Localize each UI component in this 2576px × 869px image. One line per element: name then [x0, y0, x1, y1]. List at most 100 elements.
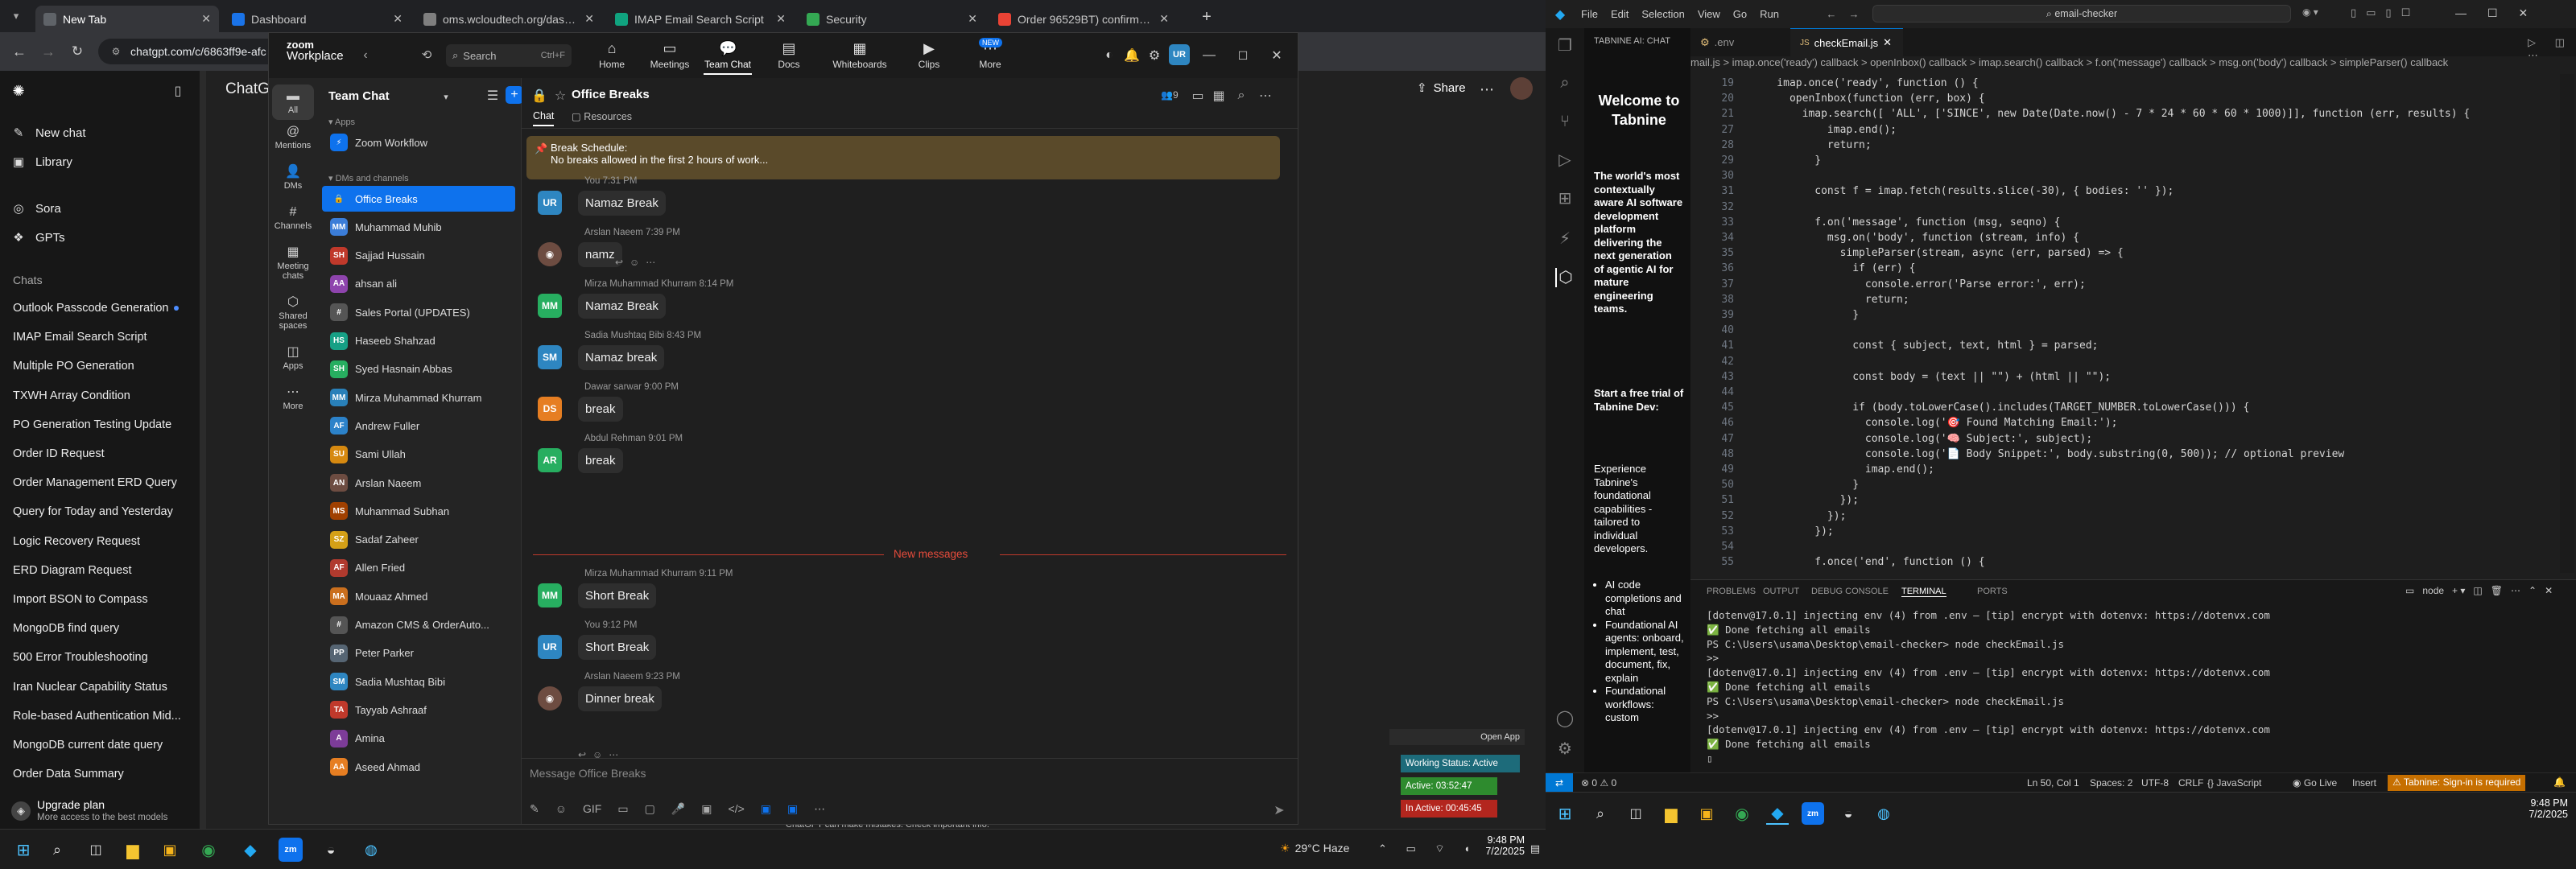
language-mode[interactable]: {} JavaScript — [2207, 777, 2261, 789]
user-avatar[interactable] — [1510, 77, 1533, 100]
account-icon[interactable]: ◯ — [1555, 709, 1575, 728]
contact-item[interactable]: PP Peter Parker — [322, 640, 515, 666]
code-line[interactable]: const body = (text || "") + (html || "")… — [1752, 371, 2111, 383]
tabnine-icon[interactable]: ⬡ — [1555, 268, 1575, 287]
menu-item[interactable]: Selection — [1641, 8, 1684, 20]
star-icon[interactable]: ☆ — [552, 88, 568, 104]
avatar[interactable]: UR — [1169, 44, 1190, 65]
avatar[interactable]: AR — [538, 448, 562, 472]
emoji-icon[interactable]: ☺ — [555, 802, 567, 816]
back-arrow-icon[interactable]: ← — [10, 42, 29, 61]
message-reaction-icons[interactable]: ↩☺⋯ — [615, 257, 662, 268]
search-icon[interactable]: ⌕ — [1233, 88, 1249, 104]
chevron-down-icon[interactable]: ▾ — [440, 89, 452, 104]
settings-icon[interactable]: ⚙ — [1146, 47, 1162, 64]
contact-item[interactable]: SU Sami Ullah — [322, 442, 515, 467]
app-icon[interactable]: ◒ — [1837, 802, 1860, 825]
new-chat-plus-icon[interactable]: + — [506, 86, 523, 104]
avatar[interactable]: MM — [538, 583, 562, 607]
task-view-icon[interactable]: ◫ — [84, 838, 108, 862]
code-line[interactable]: const f = imap.fetch(results.slice(-30),… — [1752, 185, 2174, 197]
app-icon[interactable]: ▣ — [787, 802, 798, 816]
window-controls[interactable]: —☐✕ — [2455, 6, 2549, 20]
zoom-app-icon[interactable]: zm — [1802, 802, 1824, 825]
close-icon[interactable]: ✕ — [968, 12, 977, 26]
nav-docs[interactable]: ▤ Docs — [765, 38, 813, 75]
contact-item[interactable]: SM Sadia Mushtaq Bibi — [322, 669, 515, 694]
breadcrumb[interactable]: mail.js > imap.once('ready') callback > … — [1690, 56, 2576, 74]
browser-tab[interactable]: New Tab ✕ — [35, 6, 219, 32]
video-icon[interactable]: ▭ — [1190, 88, 1206, 104]
menu-item[interactable]: File — [1581, 8, 1598, 20]
cursor-position[interactable]: Ln 50, Col 1 — [2027, 777, 2079, 789]
tab-checkemail[interactable]: JS checkEmail.js ✕ — [1790, 28, 1903, 56]
windows-start-icon[interactable]: ⊞ — [11, 838, 35, 862]
avatar[interactable]: DS — [538, 397, 562, 421]
chat-history-item[interactable]: MongoDB current date query — [13, 733, 190, 757]
menu-item[interactable]: Go — [1733, 8, 1747, 20]
more-options-icon[interactable]: ⋯ — [1478, 80, 1496, 98]
browser-tab[interactable]: oms.wcloudtech.org/dashboard ✕ — [415, 6, 602, 32]
chat-history-item[interactable]: TXWH Array Condition — [13, 384, 190, 408]
chevron-up-icon[interactable]: ⌃ — [2529, 585, 2537, 596]
code-line[interactable]: if (err) { — [1752, 262, 1915, 274]
contact-item[interactable]: HS Haseeb Shahzad — [322, 328, 515, 354]
rail-shared-spaces[interactable]: ⬡ Shared spaces — [272, 295, 314, 331]
open-app-button[interactable]: Open App — [1389, 729, 1525, 745]
eol[interactable]: CRLF — [2178, 777, 2203, 789]
history-icon[interactable]: ⟲ — [419, 46, 435, 64]
code-editor[interactable]: 19 imap.once('ready', function () {20 op… — [1690, 74, 2576, 573]
go-live[interactable]: ◉ Go Live — [2293, 777, 2337, 789]
contact-item[interactable]: # Sales Portal (UPDATES) — [322, 299, 515, 325]
new-tab-plus-icon[interactable]: + — [1198, 8, 1216, 26]
compose-input[interactable]: Message Office Breaks — [530, 767, 1290, 788]
nav-clips[interactable]: ▶ Clips — [905, 38, 953, 75]
panel-tab[interactable]: DEBUG CONSOLE — [1811, 587, 1889, 596]
sidebar-scrollbar[interactable] — [200, 71, 206, 829]
contact-item[interactable]: MM Muhammad Muhib — [322, 214, 515, 240]
contact-item[interactable]: MS Muhammad Subhan — [322, 498, 515, 524]
chevron-left-icon[interactable]: ‹ — [359, 47, 372, 64]
contact-item[interactable]: # Amazon CMS & OrderAuto... — [322, 612, 515, 638]
browser-tab[interactable]: Security ✕ — [799, 6, 985, 32]
clock[interactable]: 9:48 PM 7/2/2025 — [1460, 834, 1525, 857]
maximize-icon[interactable]: ☐ — [1235, 47, 1251, 64]
extensions-icon[interactable]: ⊞ — [1555, 189, 1575, 208]
code-line[interactable]: imap.search([ 'ALL', ['SINCE', new Date(… — [1752, 108, 2471, 120]
chat-history-item[interactable]: ERD Diagram Request — [13, 558, 190, 583]
browser-tab[interactable]: Dashboard ✕ — [224, 6, 411, 32]
close-icon[interactable]: ✕ — [1883, 36, 1892, 49]
chat-title[interactable]: Office Breaks — [572, 88, 650, 101]
command-center-search[interactable]: ⌕ email-checker — [1872, 5, 2291, 23]
contact-item[interactable]: AF Andrew Fuller — [322, 413, 515, 439]
code-line[interactable]: console.log('📄 Body Snippet:', body.subs… — [1752, 448, 2344, 460]
tab-chat[interactable]: Chat — [533, 110, 555, 126]
explorer-icon[interactable]: ❐ — [1555, 36, 1575, 56]
section-dms[interactable]: ▾ DMs and channels — [328, 173, 409, 183]
list-title[interactable]: Team Chat — [328, 89, 390, 103]
close-icon[interactable]: ✕ — [393, 12, 402, 26]
code-line[interactable]: console.log('🧠 Subject:', subject); — [1752, 433, 2092, 445]
code-line[interactable]: imap.once('ready', function () { — [1752, 77, 1978, 89]
close-icon[interactable]: ✕ — [584, 12, 594, 26]
chat-history-item[interactable]: Import BSON to Compass — [13, 587, 190, 612]
insert-mode[interactable]: Insert — [2352, 777, 2376, 789]
code-line[interactable]: return; — [1752, 139, 1872, 151]
chat-history-item[interactable]: PO Generation Testing Update — [13, 413, 190, 437]
zoom-app-icon[interactable]: zm — [279, 838, 303, 862]
vscode-icon[interactable]: ◆ — [1766, 802, 1789, 825]
code-line[interactable]: }); — [1752, 525, 1833, 537]
tabnine-status[interactable]: ⚠ Tabnine: Sign-in is required — [2388, 775, 2526, 791]
close-icon[interactable]: ✕ — [1159, 12, 1169, 26]
panel-tab[interactable]: TERMINAL — [1901, 587, 1946, 597]
screenshot-icon[interactable]: ▭ — [617, 802, 628, 816]
file-explorer-icon[interactable]: ▆ — [121, 838, 145, 862]
chat-history-item[interactable]: Outlook Passcode Generation — [13, 296, 190, 320]
contact-item[interactable]: SZ Sadaf Zaheer — [322, 527, 515, 553]
code-line[interactable]: }); — [1752, 510, 1847, 522]
chat-history-item[interactable]: IMAP Email Search Script — [13, 325, 190, 349]
app-icon[interactable]: ◍ — [1872, 802, 1895, 825]
bell-icon[interactable]: 🔔 — [2553, 776, 2566, 788]
attachment-icon[interactable]: ▢ — [645, 802, 655, 816]
send-icon[interactable]: ➤ — [1270, 802, 1288, 818]
